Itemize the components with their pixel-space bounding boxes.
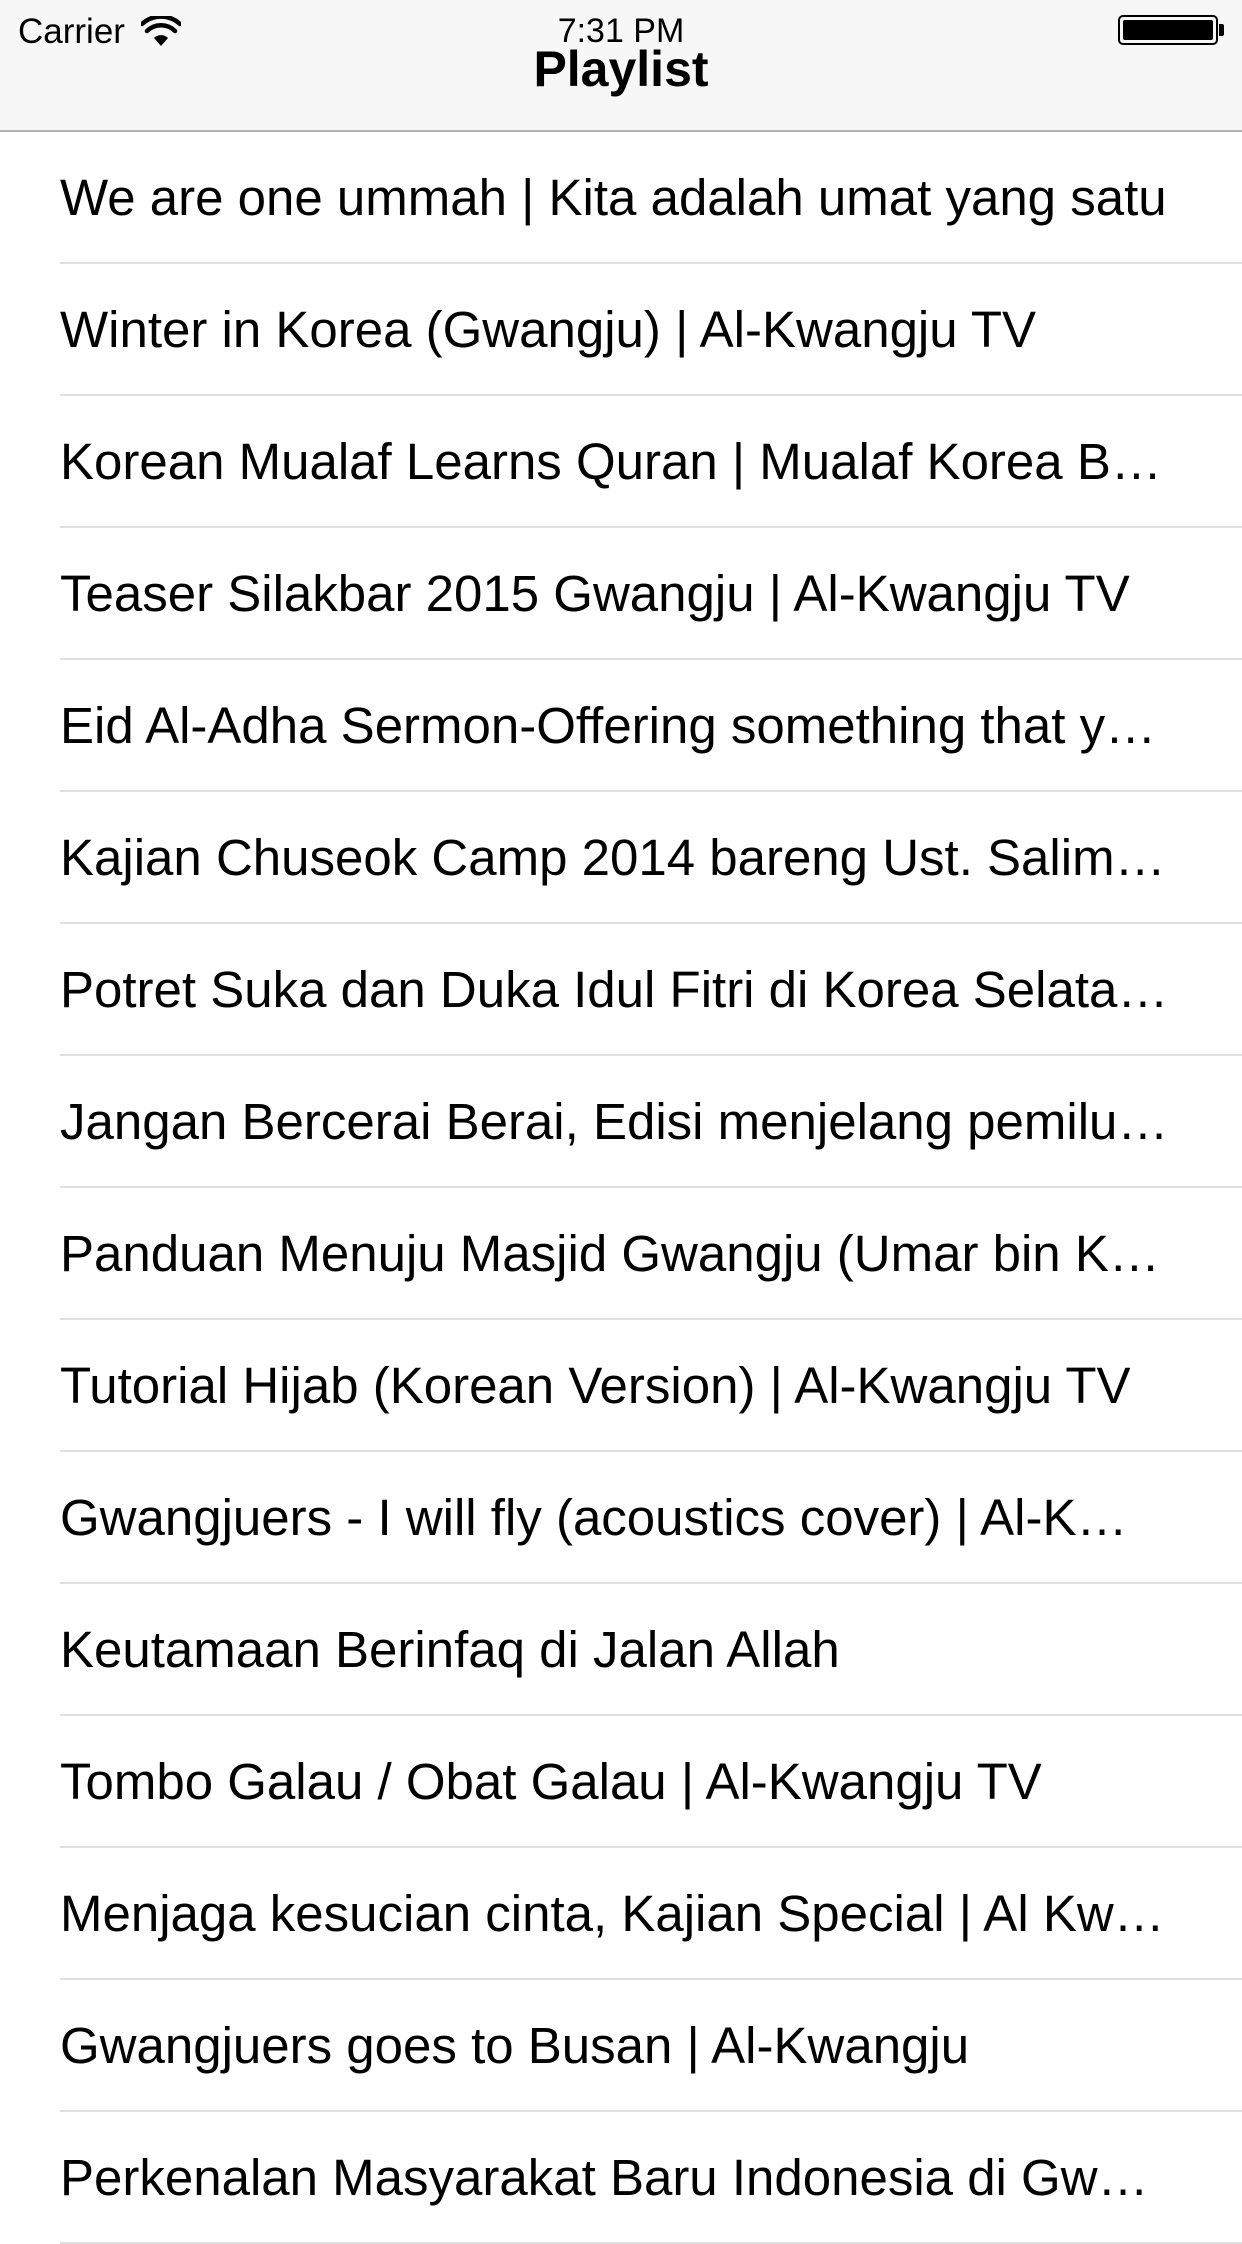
list-item[interactable]: Keutamaan Berinfaq di Jalan Allah [0,1584,1242,1716]
list-item-title: Teaser Silakbar 2015 Gwangju | Al-Kwangj… [60,565,1130,622]
list-item[interactable]: Winter in Korea (Gwangju) | Al-Kwangju T… [0,264,1242,396]
list-item-title: Eid Al-Adha Sermon-Offering something th… [60,697,1157,754]
list-item-title: Winter in Korea (Gwangju) | Al-Kwangju T… [60,301,1037,358]
list-item-title: Gwangjuers - I will fly (acoustics cover… [60,1489,1128,1546]
battery-level [1123,20,1213,40]
page-title: Playlist [533,41,709,97]
list-item[interactable]: Teaser Silakbar 2015 Gwangju | Al-Kwangj… [0,528,1242,660]
list-item-title: Korean Mualaf Learns Quran | Mualaf Kore… [60,433,1162,490]
list-item[interactable]: Panduan Menuju Masjid Gwangju (Umar bin … [0,1188,1242,1320]
list-item-title: Gwangjuers goes to Busan | Al-Kwangju [60,2017,970,2074]
list-item[interactable]: Gwangjuers goes to Busan | Al-Kwangju [0,1980,1242,2112]
list-item-title: Jangan Bercerai Berai, Edisi menjelang p… [60,1093,1169,1150]
list-item[interactable]: We are one ummah | Kita adalah umat yang… [0,132,1242,264]
list-item[interactable]: Menjaga kesucian cinta, Kajian Special |… [0,1848,1242,1980]
list-item-title: Panduan Menuju Masjid Gwangju (Umar bin … [60,1225,1160,1282]
battery-tip [1219,24,1224,36]
list-item-title: Menjaga kesucian cinta, Kajian Special |… [60,1885,1165,1942]
list-item-title: Tombo Galau / Obat Galau | Al-Kwangju TV [60,1753,1042,1810]
list-item-title: Perkenalan Masyarakat Baru Indonesia di … [60,2149,1149,2206]
navigation-bar: Carrier 7:31 PM Playlist [0,0,1242,132]
list-item[interactable]: Gwangjuers - I will fly (acoustics cover… [0,1452,1242,1584]
list-item-title: Keutamaan Berinfaq di Jalan Allah [60,1621,840,1678]
list-item[interactable]: Eid Al-Adha Sermon-Offering something th… [0,660,1242,792]
list-item-title: We are one ummah | Kita adalah umat yang… [60,169,1167,226]
list-item[interactable]: Kajian Chuseok Camp 2014 bareng Ust. Sal… [0,792,1242,924]
list-item[interactable]: Jangan Bercerai Berai, Edisi menjelang p… [0,1056,1242,1188]
list-item-title: Tutorial Hijab (Korean Version) | Al-Kwa… [60,1357,1131,1414]
list-item[interactable]: Perkenalan Masyarakat Baru Indonesia di … [0,2112,1242,2244]
list-item[interactable]: Tombo Galau / Obat Galau | Al-Kwangju TV [0,1716,1242,1848]
list-item[interactable]: Korean Mualaf Learns Quran | Mualaf Kore… [0,396,1242,528]
list-item-title: Potret Suka dan Duka Idul Fitri di Korea… [60,961,1169,1018]
playlist-list[interactable]: We are one ummah | Kita adalah umat yang… [0,132,1242,2244]
list-item-title: Kajian Chuseok Camp 2014 bareng Ust. Sal… [60,829,1166,886]
list-item[interactable]: Tutorial Hijab (Korean Version) | Al-Kwa… [0,1320,1242,1452]
list-item[interactable]: Potret Suka dan Duka Idul Fitri di Korea… [0,924,1242,1056]
